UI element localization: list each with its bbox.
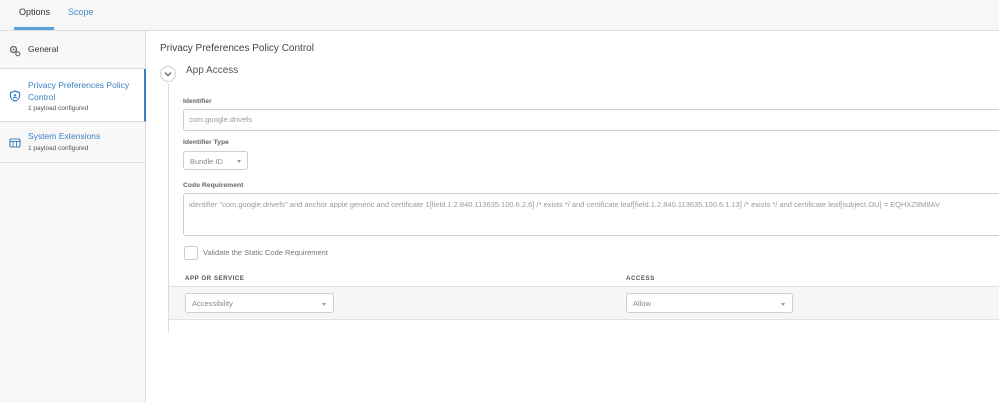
- column-header-service: APP OR SERVICE: [185, 275, 245, 282]
- sidebar-item-label: System Extensions: [28, 131, 101, 141]
- page-title: Privacy Preferences Policy Control: [160, 43, 314, 54]
- sidebar-item-label: Privacy Preferences Policy Control: [28, 80, 130, 102]
- sidebar-item-privacy-preferences[interactable]: Privacy Preferences Policy Control 1 pay…: [0, 69, 146, 122]
- payload-count: 1 payload configured: [28, 145, 89, 152]
- caret-down-icon: [237, 160, 241, 163]
- identifier-type-label: Identifier Type: [183, 139, 229, 146]
- tab-options[interactable]: Options: [19, 7, 50, 17]
- shield-icon: [9, 89, 21, 102]
- payload-sidebar: General Privacy Preferences Policy Contr…: [0, 31, 146, 403]
- chevron-down-icon: [164, 72, 172, 77]
- payload-count: 1 payload configured: [28, 105, 89, 112]
- identifier-input[interactable]: com.google.drivefs: [183, 109, 999, 131]
- sidebar-item-system-extensions[interactable]: System Extensions 1 payload configured: [0, 122, 146, 163]
- code-requirement-input[interactable]: identifier "com.google.drivefs" and anch…: [183, 193, 999, 236]
- identifier-label: Identifier: [183, 98, 212, 105]
- caret-down-icon: [781, 303, 785, 306]
- section-title: App Access: [186, 65, 239, 76]
- extension-icon: [9, 136, 21, 148]
- sidebar-item-general[interactable]: General: [0, 31, 146, 69]
- validate-static-code-label: Validate the Static Code Requirement: [203, 248, 328, 257]
- active-tab-indicator: [14, 27, 54, 30]
- sidebar-item-label: General: [28, 44, 59, 54]
- tab-scope[interactable]: Scope: [68, 7, 94, 17]
- top-tab-bar: Options Scope: [0, 0, 999, 31]
- gear-icon: [9, 44, 21, 57]
- selected-value: Accessibility: [192, 299, 233, 308]
- identifier-type-select[interactable]: Bundle ID: [183, 151, 248, 170]
- caret-down-icon: [322, 303, 326, 306]
- column-header-access: ACCESS: [626, 275, 655, 282]
- app-or-service-select[interactable]: Accessibility: [185, 293, 334, 313]
- collapse-section-button[interactable]: [160, 66, 176, 82]
- access-select[interactable]: Allow: [626, 293, 793, 313]
- code-requirement-label: Code Requirement: [183, 182, 244, 189]
- selected-value: Bundle ID: [190, 157, 223, 166]
- validate-static-code-checkbox[interactable]: [184, 246, 198, 260]
- selected-value: Allow: [633, 299, 651, 308]
